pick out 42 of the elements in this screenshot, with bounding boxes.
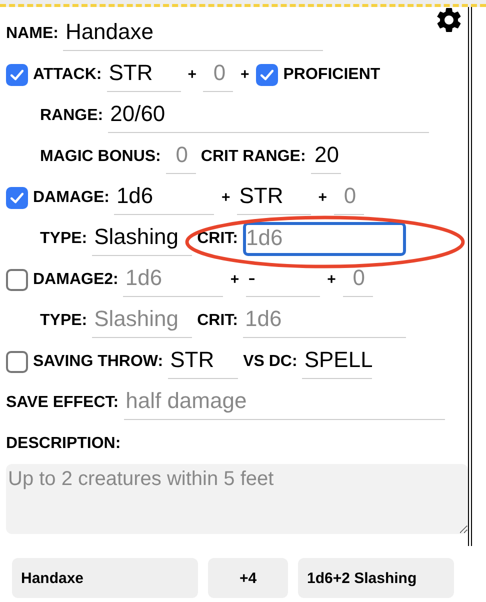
- field-label: CRIT:: [197, 230, 238, 248]
- plus-sign: +: [240, 66, 250, 83]
- input-field[interactable]: 20: [310, 140, 341, 174]
- input-field[interactable]: STR: [168, 344, 238, 378]
- summary-button[interactable]: Handaxe: [12, 558, 198, 598]
- field-label: VS DC:: [243, 352, 298, 370]
- checkbox-label: PROFICIENT: [283, 66, 380, 84]
- field-label: MAGIC BONUS:: [40, 148, 161, 166]
- field-label: DAMAGE:: [33, 188, 110, 206]
- input-field[interactable]: 1d6: [114, 180, 214, 214]
- field-label: SAVING THROW:: [33, 352, 164, 370]
- field-label: RANGE:: [40, 106, 104, 124]
- field-label: TYPE:: [40, 312, 88, 330]
- checkbox[interactable]: [6, 64, 28, 86]
- field-label: CRIT RANGE:: [200, 148, 306, 166]
- plus-sign: +: [230, 271, 240, 288]
- field-label: CRIT:: [197, 312, 238, 330]
- input-field[interactable]: SPELL: [302, 344, 372, 378]
- plus-sign: +: [327, 271, 336, 288]
- input-field[interactable]: STR: [237, 180, 312, 214]
- description-field[interactable]: Up to 2 creatures within 5 feet: [6, 464, 468, 534]
- field-label: TYPE:: [40, 230, 88, 248]
- plus-sign: +: [318, 189, 327, 206]
- field-label: ATTACK:: [33, 66, 102, 84]
- field-label: DAMAGE2:: [33, 270, 118, 288]
- checkbox[interactable]: [6, 268, 28, 290]
- checkbox[interactable]: [256, 64, 278, 86]
- input-field[interactable]: -: [246, 262, 320, 296]
- input-field[interactable]: Handaxe: [63, 16, 324, 50]
- field-label: NAME:: [6, 24, 58, 42]
- summary-button[interactable]: +4: [208, 558, 288, 598]
- plus-sign: +: [188, 66, 196, 83]
- input-field[interactable]: 1d6: [243, 222, 406, 256]
- plus-sign: +: [221, 189, 230, 206]
- checkbox[interactable]: [6, 186, 28, 208]
- input-field[interactable]: 20/60: [108, 98, 430, 132]
- input-field[interactable]: STR: [106, 58, 181, 92]
- input-field[interactable]: Slashing: [92, 222, 192, 256]
- field-label: DESCRIPTION:: [6, 434, 121, 452]
- summary-button[interactable]: 1d6+2 Slashing: [298, 558, 454, 598]
- checkbox[interactable]: [6, 350, 28, 372]
- field-label: SAVE EFFECT:: [6, 394, 119, 412]
